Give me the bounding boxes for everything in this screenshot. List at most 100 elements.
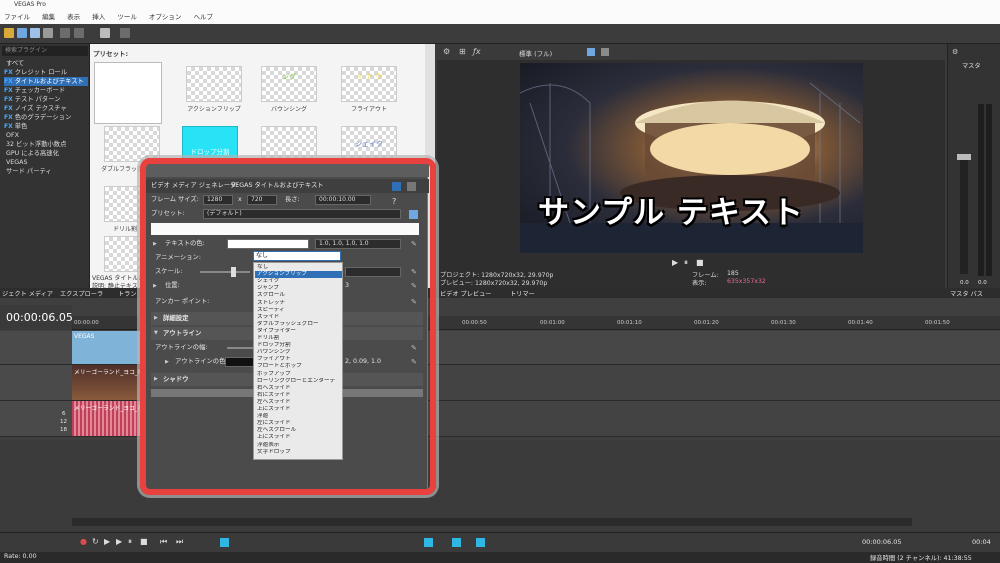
list-view-icon[interactable] (407, 182, 416, 191)
master-fader-handle[interactable] (957, 154, 971, 160)
animation-option[interactable]: 上にスライド (255, 406, 342, 413)
preview-quality-select[interactable]: 標準 (フル) (519, 48, 552, 58)
play-icon[interactable]: ▶ (116, 537, 122, 546)
properties-icon[interactable] (43, 28, 53, 38)
animation-option[interactable]: 左へスライド (255, 399, 342, 406)
fx-item-third-party[interactable]: サード パーティ (4, 167, 88, 176)
menu-help[interactable]: ヘルプ (193, 13, 213, 21)
frame-width-field[interactable]: 1280 (203, 195, 233, 205)
animation-option[interactable]: 浮遊 (255, 413, 342, 420)
expand-icon[interactable]: ▶ (165, 355, 169, 369)
animation-option[interactable]: ドリル割 (255, 335, 342, 342)
master-fader-track[interactable] (960, 154, 968, 274)
stop-icon[interactable]: ■ (696, 258, 704, 267)
play-from-start-icon[interactable]: ▶ (104, 537, 110, 546)
animation-option[interactable]: なし (255, 264, 342, 271)
keyframe-icon[interactable]: ✎ (411, 344, 419, 352)
auto-crossfade-icon[interactable] (476, 538, 485, 547)
menu-edit[interactable]: 編集 (42, 13, 55, 21)
snap-icon[interactable] (424, 538, 433, 547)
split-screen-icon[interactable]: ⊞ (459, 47, 466, 56)
menu-tools[interactable]: ツール (117, 13, 137, 21)
fx-item-solid-color[interactable]: FX 単色 (4, 122, 88, 131)
view-toggle-icon[interactable] (392, 182, 401, 191)
tab-video-preview[interactable]: ビデオ プレビュー (440, 289, 491, 298)
tab-explorer[interactable]: エクスプローラ (60, 289, 103, 298)
overlay-icon[interactable] (601, 48, 609, 56)
stop-icon[interactable]: ■ (140, 537, 148, 546)
animation-option[interactable]: ローリングクローとエンターテ (255, 378, 342, 385)
track-header-title[interactable] (0, 331, 72, 365)
expand-icon[interactable]: ▶ (153, 237, 157, 251)
animation-option[interactable]: ストレッチ (255, 300, 342, 307)
animation-option[interactable]: 左へスクロール (255, 427, 342, 434)
save-icon[interactable] (17, 28, 27, 38)
animation-option[interactable]: 左にスライド (255, 420, 342, 427)
outline-color-swatch[interactable] (225, 357, 255, 367)
fx-item-vegas[interactable]: VEGAS (4, 158, 88, 167)
plugin-search-input[interactable]: 検索プラグイン (2, 46, 88, 56)
tab-master-bus[interactable]: マスタ バス (950, 289, 983, 298)
redo-icon[interactable] (120, 28, 130, 38)
fx-item-credit-roll[interactable]: FX クレジット ロール (4, 68, 88, 77)
preset-bouncing[interactable]: ング (261, 66, 317, 102)
animation-option[interactable]: タイプライター (255, 328, 342, 335)
keyframe-icon[interactable]: ✎ (411, 358, 419, 366)
frame-height-field[interactable]: 720 (247, 195, 277, 205)
fx-item-32bit[interactable]: 32 ビット浮動小数点 (4, 140, 88, 149)
cut-icon[interactable] (60, 28, 70, 38)
play-icon[interactable]: ▶ (672, 258, 678, 267)
animation-option[interactable]: フライアウト (255, 356, 342, 363)
title-clip[interactable]: VEGAS (72, 331, 142, 364)
animation-option[interactable]: シェイク (255, 278, 342, 285)
preset-action-flip[interactable] (186, 66, 242, 102)
audio-clip[interactable]: メリーゴーランド_ヨコ_MVI_5139 (72, 401, 142, 436)
menu-options[interactable]: オプション (149, 13, 182, 21)
gear-icon[interactable]: ⚙ (952, 48, 958, 56)
fx-item-titles-text[interactable]: FX タイトルおよびテキスト (4, 77, 88, 86)
scale-slider-handle[interactable] (231, 267, 236, 277)
animation-option[interactable]: フロートとポップ (255, 363, 342, 370)
copy-icon[interactable] (74, 28, 84, 38)
tab-project-media[interactable]: ジェクト メディア (2, 289, 53, 298)
preset-jump[interactable] (261, 126, 317, 162)
scale-value-field[interactable] (345, 267, 401, 277)
animation-option[interactable]: 右にスライド (255, 392, 342, 399)
animation-option[interactable]: 浮遊表示 (255, 442, 342, 449)
animation-option[interactable]: スクロール (255, 292, 342, 299)
animation-option[interactable]: アクションフリップ (255, 271, 342, 279)
preset-drop-split[interactable]: ドロップ分割 (182, 126, 238, 162)
scale-slider-track[interactable] (200, 271, 250, 273)
text-color-swatch[interactable] (227, 239, 309, 249)
preset-select[interactable]: (デフォルト) (203, 209, 401, 219)
keyframe-icon[interactable]: ✎ (411, 268, 419, 276)
pause-icon[interactable]: ⏸ (128, 537, 132, 547)
loop-icon[interactable]: ↻ (92, 537, 99, 546)
animation-option[interactable]: ダブルフラッシュグロー (255, 321, 342, 328)
pause-icon[interactable]: ⏸ (684, 258, 688, 268)
keyframe-icon[interactable]: ✎ (411, 298, 419, 306)
go-to-end-icon[interactable]: ⏭ (176, 537, 183, 547)
tab-trimmer[interactable]: トリマー (510, 289, 535, 298)
animation-option[interactable]: 上にスライド (255, 434, 342, 441)
timeline-scrollbar[interactable] (72, 518, 912, 526)
preset-fly-out[interactable]: イ ア ウ (341, 66, 397, 102)
fx-item-color-gradient[interactable]: FX 色のグラデーション (4, 113, 88, 122)
preset-double-flash[interactable] (104, 126, 160, 162)
animation-option[interactable]: ジャンプ (255, 285, 342, 292)
animation-option[interactable]: ポップアップ (255, 371, 342, 378)
length-field[interactable]: 00:00:10.00 (315, 195, 371, 205)
track-header-video[interactable] (0, 365, 72, 401)
animation-option[interactable]: スピーディ (255, 307, 342, 314)
animation-option[interactable]: 文字ドロップ (255, 449, 342, 456)
open-folder-icon[interactable] (4, 28, 14, 38)
go-to-start-icon[interactable]: ⏮ (160, 537, 167, 547)
fx-icon[interactable]: ƒx (473, 47, 481, 56)
animation-option[interactable]: ドロップ分割 (255, 342, 342, 349)
record-icon[interactable]: ● (80, 537, 87, 546)
animation-option[interactable]: バウンシング (255, 349, 342, 356)
animation-select[interactable]: なし (253, 251, 341, 261)
tab-transitions[interactable]: トラン (118, 289, 137, 298)
save-preset-icon[interactable] (409, 210, 418, 219)
track-header-audio[interactable]: 6 12 18 (0, 401, 72, 437)
